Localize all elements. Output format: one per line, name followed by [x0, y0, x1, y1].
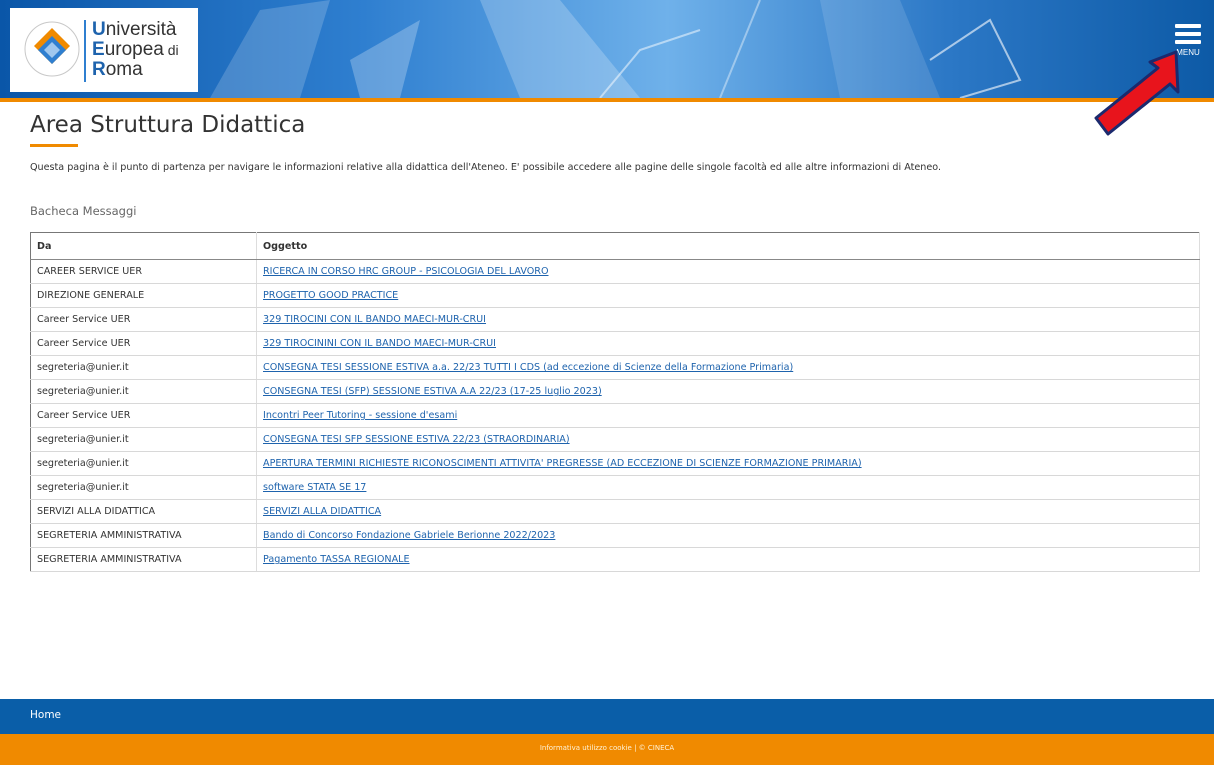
message-link[interactable]: software STATA SE 17 [263, 482, 366, 493]
message-link[interactable]: PROGETTO GOOD PRACTICE [263, 290, 398, 301]
column-header-oggetto: Oggetto [256, 232, 1200, 260]
sender-cell: Career Service UER [30, 403, 257, 428]
home-link[interactable]: Home [30, 709, 61, 721]
title-underline [30, 144, 78, 147]
table-row: SEGRETERIA AMMINISTRATIVA Pagamento TASSA… [30, 547, 1200, 572]
message-link[interactable]: RICERCA IN CORSO HRC GROUP - PSICOLOGIA … [263, 266, 549, 277]
table-row: segreteria@unier.it CONSEGNA TESI SFP SES… [30, 427, 1200, 452]
footer-bar: Informativa utilizzo cookie | © CINECA [0, 734, 1214, 765]
table-row: Career Service UER Incontri Peer Tutoring… [30, 403, 1200, 428]
sender-cell: Career Service UER [30, 307, 257, 332]
message-link[interactable]: SERVIZI ALLA DIDATTICA [263, 506, 381, 517]
message-link[interactable]: APERTURA TERMINI RICHIESTE RICONOSCIMENT… [263, 458, 862, 469]
sender-cell: segreteria@unier.it [30, 355, 257, 380]
table-row: SEGRETERIA AMMINISTRATIVA Bando di Concor… [30, 523, 1200, 548]
table-row: SERVIZI ALLA DIDATTICA SERVIZI ALLA DIDAT… [30, 499, 1200, 524]
sender-cell: segreteria@unier.it [30, 475, 257, 500]
table-row: Career Service UER 329 TIROCINI CON IL BA… [30, 307, 1200, 332]
message-link[interactable]: 329 TIROCININI CON IL BANDO MAECI-MUR-CR… [263, 338, 496, 349]
sender-cell: Career Service UER [30, 331, 257, 356]
table-header-row: Da Oggetto [30, 232, 1200, 260]
message-link[interactable]: CONSEGNA TESI (SFP) SESSIONE ESTIVA A.A … [263, 386, 602, 397]
message-link[interactable]: Incontri Peer Tutoring - sessione d'esam… [263, 410, 457, 421]
sender-cell: DIREZIONE GENERALE [30, 283, 257, 308]
red-arrow-icon [1094, 50, 1180, 136]
logo-text: Università Europea di Roma [92, 19, 179, 80]
sender-cell: CAREER SERVICE UER [30, 259, 257, 284]
sender-cell: segreteria@unier.it [30, 379, 257, 404]
sender-cell: SEGRETERIA AMMINISTRATIVA [30, 523, 257, 548]
logo-divider [84, 20, 86, 82]
university-logo[interactable]: Università Europea di Roma [10, 8, 198, 92]
header-orange-strip [0, 98, 1214, 102]
table-row: segreteria@unier.it APERTURA TERMINI RICH… [30, 451, 1200, 476]
table-row: segreteria@unier.it software STATA SE 17 [30, 475, 1200, 500]
hamburger-icon [1168, 24, 1208, 44]
sender-cell: SEGRETERIA AMMINISTRATIVA [30, 547, 257, 572]
table-row: DIREZIONE GENERALE PROGETTO GOOD PRACTICE [30, 283, 1200, 308]
table-row: CAREER SERVICE UER RICERCA IN CORSO HRC G… [30, 259, 1200, 284]
message-link[interactable]: Bando di Concorso Fondazione Gabriele Be… [263, 530, 555, 541]
table-row: Career Service UER 329 TIROCININI CON IL … [30, 331, 1200, 356]
section-title: Bacheca Messaggi [30, 204, 137, 218]
table-row: segreteria@unier.it CONSEGNA TESI SESSION… [30, 355, 1200, 380]
sender-cell: segreteria@unier.it [30, 427, 257, 452]
column-header-da: Da [30, 232, 257, 260]
page-title: Area Struttura Didattica [30, 112, 306, 138]
university-seal-icon [24, 21, 80, 77]
table-row: segreteria@unier.it CONSEGNA TESI (SFP) S… [30, 379, 1200, 404]
footer-nav: Home [0, 699, 1214, 734]
message-link[interactable]: CONSEGNA TESI SESSIONE ESTIVA a.a. 22/23… [263, 362, 793, 373]
intro-text: Questa pagina è il punto di partenza per… [30, 162, 942, 173]
site-header: Università Europea di Roma MENU [0, 0, 1214, 98]
messages-table: Da Oggetto CAREER SERVICE UER RICERCA IN … [30, 232, 1200, 572]
message-link[interactable]: CONSEGNA TESI SFP SESSIONE ESTIVA 22/23 … [263, 434, 570, 445]
message-link[interactable]: Pagamento TASSA REGIONALE [263, 554, 410, 565]
sender-cell: segreteria@unier.it [30, 451, 257, 476]
sender-cell: SERVIZI ALLA DIDATTICA [30, 499, 257, 524]
cookie-info-link[interactable]: Informativa utilizzo cookie | © CINECA [540, 744, 674, 752]
message-link[interactable]: 329 TIROCINI CON IL BANDO MAECI-MUR-CRUI [263, 314, 486, 325]
